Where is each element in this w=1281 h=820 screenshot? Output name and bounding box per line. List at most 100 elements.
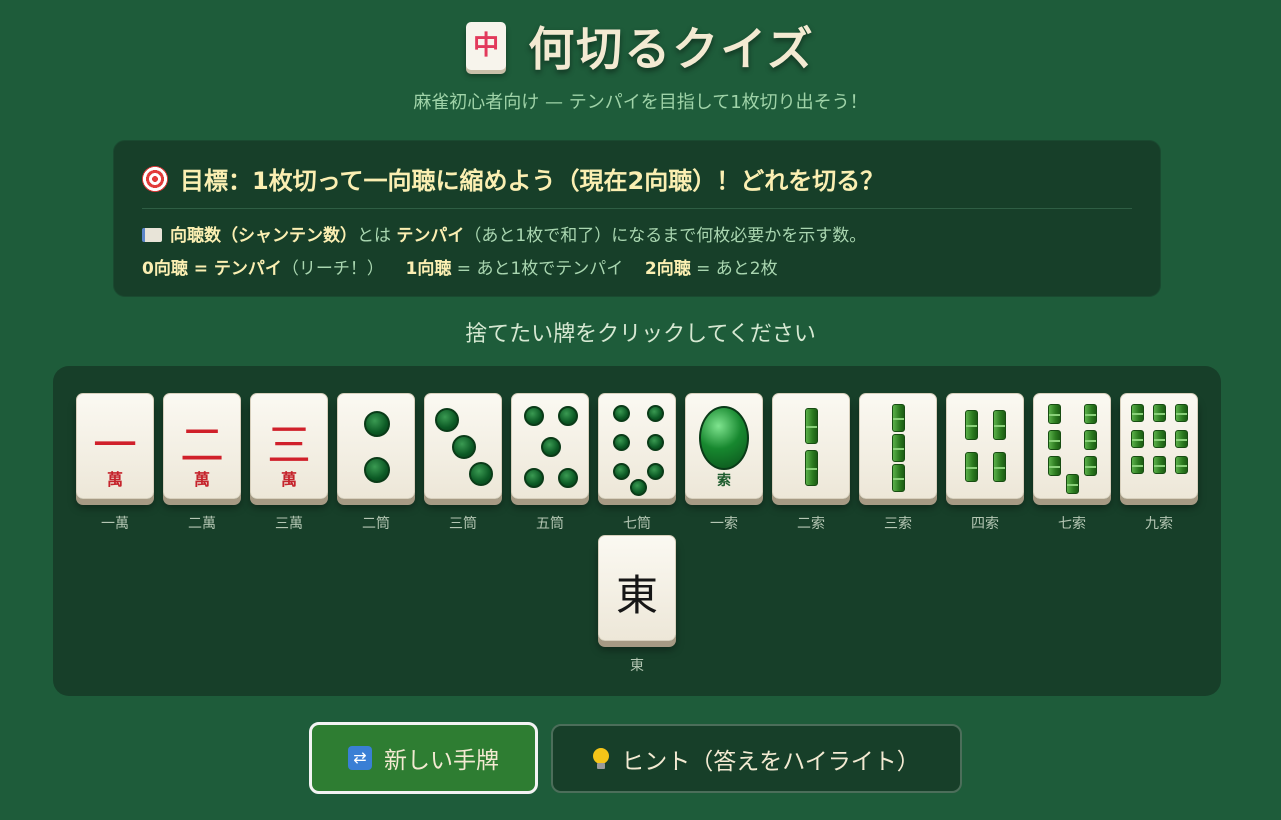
- sou-stick: [965, 410, 978, 440]
- tile-13[interactable]: [1120, 393, 1198, 499]
- level-1-desc: = あと1枚でテンパイ: [456, 259, 624, 279]
- tile-6[interactable]: [511, 393, 589, 499]
- page-header: 中 何切るクイズ 麻雀初心者向け — テンパイを目指して1枚切り出そう！: [0, 14, 1281, 114]
- hand-panel: 一萬一萬二萬二萬三萬三萬 二筒 三筒 五筒 七筒索一索 二索 三索 四索 七索 九索東東: [53, 366, 1221, 696]
- book-icon: [142, 228, 162, 242]
- pin-dot: [558, 406, 578, 426]
- pin-dot: [452, 435, 476, 459]
- sou-stick: [1048, 456, 1061, 476]
- tile-suit-char: 索: [717, 473, 731, 489]
- tile-suit-char: 萬: [106, 470, 123, 489]
- sou-stick: [1131, 456, 1144, 474]
- tile-slot: 二索: [772, 393, 850, 533]
- tile-2[interactable]: 二萬: [163, 393, 241, 499]
- tile-slot: 四索: [946, 393, 1024, 533]
- sou-bird-icon: [699, 406, 749, 470]
- tile-slot: 九索: [1120, 393, 1198, 533]
- sou-stick: [1175, 430, 1188, 448]
- pin-dot: [629, 478, 647, 496]
- tile-11[interactable]: [946, 393, 1024, 499]
- sou-stick: [892, 434, 905, 462]
- pin-dot: [612, 433, 630, 451]
- level-2-desc: = あと2枚: [696, 259, 778, 279]
- tile-label: 一萬: [101, 516, 129, 532]
- term-tenpai: テンパイ: [396, 226, 465, 246]
- tile-4[interactable]: [337, 393, 415, 499]
- tile-slot: 二萬二萬: [163, 393, 241, 533]
- sou-stick: [1066, 474, 1079, 494]
- hint-button[interactable]: ヒント（答えをハイライト）: [551, 724, 962, 793]
- sou-stick: [1153, 430, 1166, 448]
- level-1-label: 1向聴: [405, 259, 452, 279]
- sou-stick: [1084, 456, 1097, 476]
- term-shanten: 向聴数（シャンテン数）: [170, 226, 357, 246]
- instruction-text: 捨てたい牌をクリックしてください: [465, 322, 816, 347]
- sou-stick: [993, 410, 1006, 440]
- tile-label: 五筒: [536, 516, 564, 532]
- new-hand-label: 新しい手牌: [384, 748, 499, 774]
- sou-stick: [1131, 430, 1144, 448]
- shanten-levels: 0向聴 = テンパイ（リーチ！） 1向聴 = あと1枚でテンパイ 2向聴 = あ…: [142, 254, 1132, 279]
- pin-dot: [364, 411, 390, 437]
- tile-14[interactable]: 東: [598, 535, 676, 641]
- mahjong-tile-icon: 中: [466, 22, 507, 70]
- pin-dot: [612, 462, 630, 480]
- tile-7[interactable]: [598, 393, 676, 499]
- tile-3[interactable]: 三萬: [250, 393, 328, 499]
- sou-stick: [892, 404, 905, 432]
- tile-numeral: 一: [93, 420, 137, 471]
- tile-slot: 五筒: [511, 393, 589, 533]
- pin-dot: [524, 468, 544, 488]
- tile-numeral: 二: [180, 420, 224, 471]
- sou-stick: [1175, 456, 1188, 474]
- pin-dot: [646, 404, 664, 422]
- level-2-label: 2向聴: [644, 259, 691, 279]
- sou-stick: [1175, 404, 1188, 422]
- hint-label: ヒント（答えをハイライト）: [621, 748, 920, 775]
- tile-numeral: 三: [267, 420, 311, 471]
- shuffle-icon: ⇄: [348, 746, 372, 770]
- shanten-explanation: 向聴数（シャンテン数）とは テンパイ（あと1枚で和了）になるまで何枚必要かを示す…: [142, 221, 1132, 246]
- pin-dot: [469, 462, 493, 486]
- tile-slot: 東東: [598, 535, 676, 675]
- tile-9[interactable]: [772, 393, 850, 499]
- tile-5[interactable]: [424, 393, 502, 499]
- title-row: 中 何切るクイズ: [0, 14, 1281, 78]
- tile-label: 二萬: [188, 516, 216, 532]
- tile-12[interactable]: [1033, 393, 1111, 499]
- tile-label: 七筒: [623, 516, 651, 532]
- goal-panel: 目標：1枚切って一向聴に縮めよう（現在2向聴）！どれを切る？ 向聴数（シャンテン…: [113, 140, 1161, 297]
- level-0-label: 0向聴 = テンパイ: [142, 259, 282, 279]
- new-hand-button[interactable]: ⇄ 新しい手牌: [309, 722, 538, 794]
- tile-slot: 一萬一萬: [76, 393, 154, 533]
- sou-stick: [965, 452, 978, 482]
- sou-stick: [1048, 404, 1061, 424]
- tile-suit-char: 萬: [280, 470, 297, 489]
- pin-dot: [364, 457, 390, 483]
- tile-label: 三萬: [275, 516, 303, 532]
- tile-label: 七索: [1058, 516, 1086, 532]
- tile-8[interactable]: 索: [685, 393, 763, 499]
- pin-dot: [558, 468, 578, 488]
- explanation-text: （あと1枚で和了）になるまで何枚必要かを示す数。: [464, 226, 867, 246]
- pin-dot: [646, 462, 664, 480]
- goal-title: 目標：1枚切って一向聴に縮めよう（現在2向聴）！どれを切る？: [180, 167, 885, 195]
- sou-stick: [805, 450, 818, 486]
- sou-stick: [1084, 404, 1097, 424]
- sou-stick: [805, 408, 818, 444]
- pin-dot: [435, 408, 459, 432]
- tile-label: 二索: [797, 516, 825, 532]
- sou-stick: [1048, 430, 1061, 450]
- goal-title-row: 目標：1枚切って一向聴に縮めよう（現在2向聴）！どれを切る？: [142, 161, 1132, 209]
- pin-dot: [524, 406, 544, 426]
- pin-dot: [612, 404, 630, 422]
- pin-dot: [646, 433, 664, 451]
- tile-slot: 索一索: [685, 393, 763, 533]
- tile-10[interactable]: [859, 393, 937, 499]
- lightbulb-icon: [593, 747, 610, 770]
- tile-label: 四索: [971, 516, 999, 532]
- sou-stick: [993, 452, 1006, 482]
- tile-1[interactable]: 一萬: [76, 393, 154, 499]
- tile-slot: 二筒: [337, 393, 415, 533]
- sou-stick: [892, 464, 905, 492]
